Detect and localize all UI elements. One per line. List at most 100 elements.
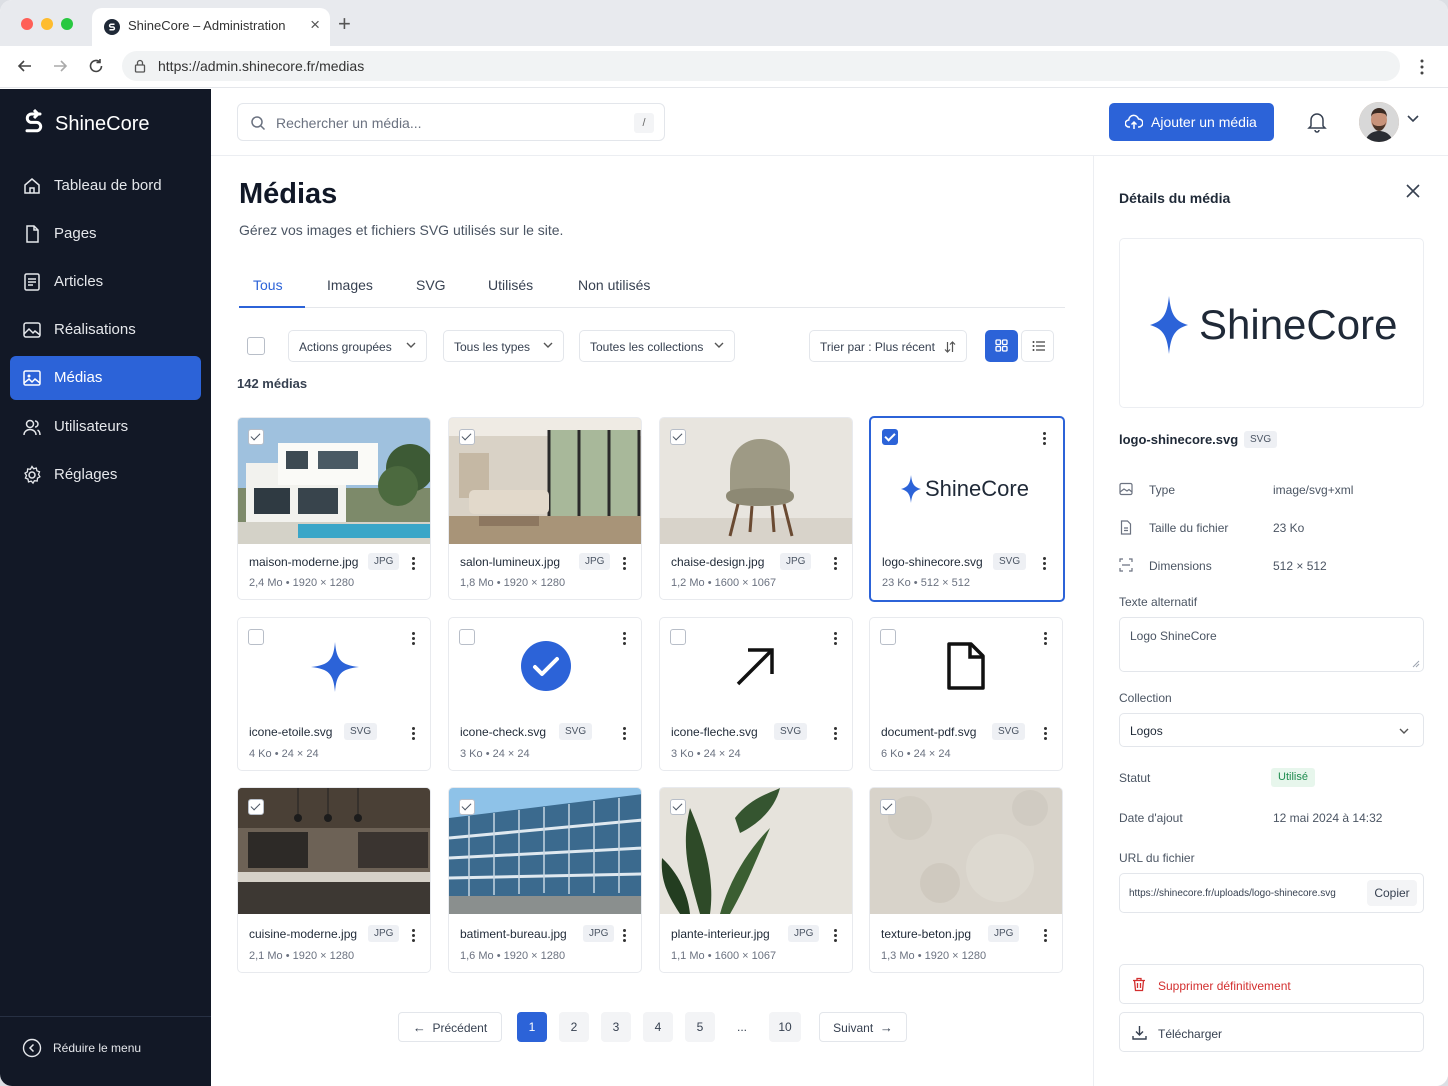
media-menu-icon[interactable] (412, 929, 416, 944)
media-checkbox[interactable] (880, 799, 896, 815)
close-tab-icon[interactable]: × (310, 15, 320, 35)
maximize-window-button[interactable] (61, 18, 73, 30)
sidebar-item-articles[interactable]: Articles (10, 260, 201, 304)
url-field[interactable]: https://admin.shinecore.fr/medias (122, 51, 1400, 81)
bulk-actions-dropdown[interactable]: Actions groupées (288, 330, 427, 362)
media-checkbox[interactable] (248, 429, 264, 445)
media-checkbox[interactable] (248, 629, 264, 645)
media-menu-icon[interactable] (1044, 929, 1048, 944)
media-checkbox[interactable] (459, 799, 475, 815)
media-checkbox[interactable] (880, 629, 896, 645)
tab-unused[interactable]: Non utilisés (578, 277, 650, 293)
tab-svg[interactable]: SVG (416, 277, 446, 293)
sort-dropdown[interactable]: Trier par : Plus récent (809, 330, 967, 362)
reload-icon[interactable] (86, 56, 106, 76)
media-thumbnail (449, 618, 641, 714)
media-checkbox[interactable] (670, 429, 686, 445)
media-menu-icon[interactable] (412, 557, 416, 572)
media-checkbox[interactable] (459, 629, 475, 645)
media-menu-icon[interactable] (412, 632, 416, 647)
new-tab-icon[interactable]: + (338, 11, 351, 37)
alt-text-field[interactable]: Logo ShineCore (1119, 617, 1424, 672)
pagination-page-1[interactable]: 1 (517, 1012, 547, 1042)
media-meta: 1,3 Mo • 1920 × 1280 (881, 950, 987, 962)
media-menu-icon[interactable] (834, 632, 838, 647)
sidebar-item-pages[interactable]: Pages (10, 212, 201, 256)
media-menu-icon[interactable] (1043, 432, 1047, 447)
media-menu-icon[interactable] (834, 929, 838, 944)
media-card[interactable]: icone-fleche.svg SVG 3 Ko • 24 × 24 (659, 617, 853, 771)
sidebar-item-realisations[interactable]: Réalisations (10, 308, 201, 352)
sidebar-item-settings[interactable]: Réglages (10, 453, 201, 497)
add-media-button[interactable]: Ajouter un média (1109, 103, 1274, 141)
media-menu-icon[interactable] (834, 557, 838, 572)
media-card[interactable]: plante-interieur.jpg JPG 1,1 Mo • 1600 ×… (659, 787, 853, 973)
pagination-page-3[interactable]: 3 (601, 1012, 631, 1042)
media-checkbox[interactable] (670, 629, 686, 645)
grid-view-button[interactable] (985, 330, 1018, 362)
media-checkbox[interactable] (248, 799, 264, 815)
collection-filter-dropdown[interactable]: Toutes les collections (579, 330, 735, 362)
media-menu-icon[interactable] (623, 632, 627, 647)
chevron-down-icon[interactable] (1407, 115, 1419, 123)
browser-tab[interactable]: ShineCore – Administration × (92, 8, 330, 46)
media-checkbox[interactable] (459, 429, 475, 445)
brand-logo[interactable]: ShineCore (22, 108, 150, 139)
browser-menu-icon[interactable] (1418, 58, 1426, 76)
media-menu-icon[interactable] (834, 727, 838, 742)
media-menu-icon[interactable] (412, 727, 416, 742)
search-input[interactable]: Rechercher un média... / (237, 103, 665, 141)
minimize-window-button[interactable] (41, 18, 53, 30)
media-card[interactable]: maison-moderne.jpg JPG 2,4 Mo • 1920 × 1… (237, 417, 431, 600)
arrow-up-right-icon (736, 648, 774, 686)
pagination-page-4[interactable]: 4 (643, 1012, 673, 1042)
file-url-field[interactable]: https://shinecore.fr/uploads/logo-shinec… (1119, 873, 1424, 913)
close-window-button[interactable] (21, 18, 33, 30)
tab-used[interactable]: Utilisés (488, 277, 533, 293)
media-checkbox[interactable] (882, 429, 898, 445)
media-card[interactable]: batiment-bureau.jpg JPG 1,6 Mo • 1920 × … (448, 787, 642, 973)
collection-select[interactable]: Logos (1119, 713, 1424, 747)
collapse-menu-button[interactable]: Réduire le menu (0, 1016, 211, 1086)
pagination-page-2[interactable]: 2 (559, 1012, 589, 1042)
pagination-page-10[interactable]: 10 (769, 1012, 801, 1042)
media-card[interactable]: cuisine-moderne.jpg JPG 2,1 Mo • 1920 × … (237, 787, 431, 973)
resize-handle-icon[interactable] (1412, 660, 1420, 668)
media-menu-icon[interactable] (1043, 557, 1047, 572)
select-all-checkbox[interactable] (247, 337, 265, 355)
media-card[interactable]: salon-lumineux.jpg JPG 1,8 Mo • 1920 × 1… (448, 417, 642, 600)
list-view-button[interactable] (1021, 330, 1054, 362)
media-card[interactable]: icone-check.svg SVG 3 Ko • 24 × 24 (448, 617, 642, 771)
chevron-down-icon (406, 342, 416, 348)
sidebar-item-users[interactable]: Utilisateurs (10, 405, 201, 449)
forward-icon[interactable] (50, 56, 70, 76)
download-button[interactable]: Télécharger (1119, 1012, 1424, 1052)
media-card-selected[interactable]: ShineCore logo-shinecore.svg SVG 23 Ko •… (869, 416, 1065, 602)
bell-icon[interactable] (1307, 111, 1327, 133)
media-card[interactable]: chaise-design.jpg JPG 1,2 Mo • 1600 × 10… (659, 417, 853, 600)
pagination-page-5[interactable]: 5 (685, 1012, 715, 1042)
living-room-photo (449, 418, 641, 544)
media-menu-icon[interactable] (623, 929, 627, 944)
media-menu-icon[interactable] (623, 557, 627, 572)
media-menu-icon[interactable] (1044, 632, 1048, 647)
home-icon (24, 178, 40, 194)
pagination-prev-button[interactable]: ← Précédent (398, 1012, 502, 1042)
media-menu-icon[interactable] (1044, 727, 1048, 742)
close-icon[interactable] (1406, 184, 1420, 198)
sidebar-item-medias[interactable]: Médias (10, 356, 201, 400)
delete-permanently-button[interactable]: Supprimer définitivement (1119, 964, 1424, 1004)
tab-all[interactable]: Tous (253, 277, 283, 293)
copy-url-button[interactable]: Copier (1367, 880, 1417, 906)
avatar[interactable] (1359, 102, 1399, 142)
media-menu-icon[interactable] (623, 727, 627, 742)
media-checkbox[interactable] (670, 799, 686, 815)
media-card[interactable]: icone-etoile.svg SVG 4 Ko • 24 × 24 (237, 617, 431, 771)
tab-images[interactable]: Images (327, 277, 373, 293)
back-icon[interactable] (15, 56, 35, 76)
media-card[interactable]: texture-beton.jpg JPG 1,3 Mo • 1920 × 12… (869, 787, 1063, 973)
sidebar-item-dashboard[interactable]: Tableau de bord (10, 164, 201, 208)
type-filter-dropdown[interactable]: Tous les types (443, 330, 564, 362)
pagination-next-button[interactable]: Suivant → (819, 1012, 907, 1042)
media-card[interactable]: document-pdf.svg SVG 6 Ko • 24 × 24 (869, 617, 1063, 771)
